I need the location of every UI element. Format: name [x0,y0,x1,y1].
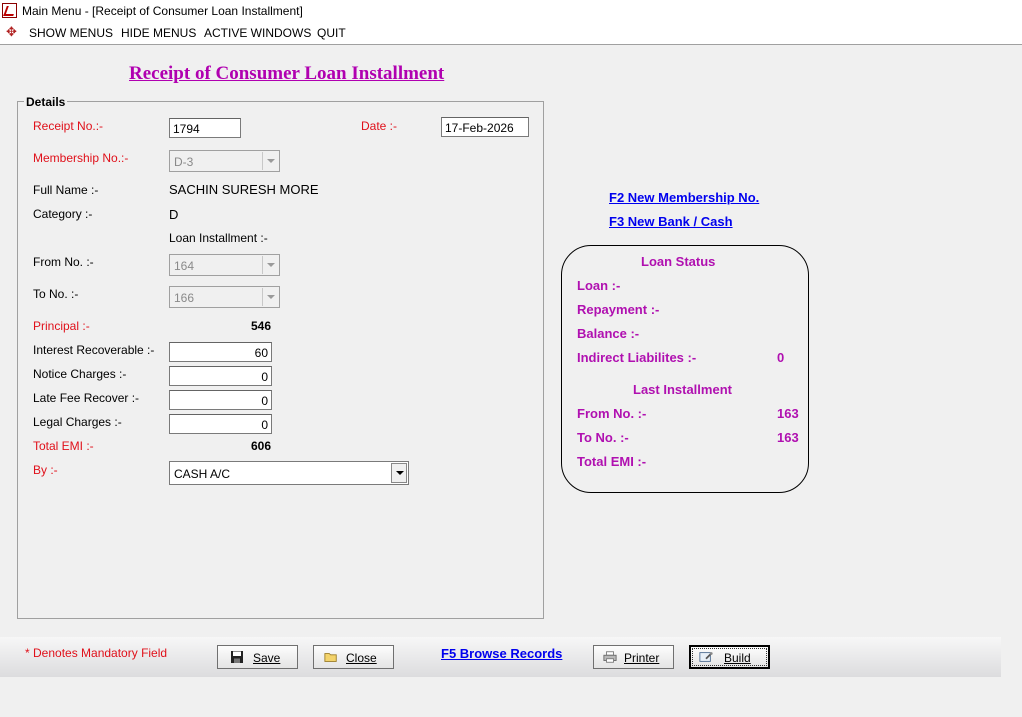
last-to-no-value: 163 [777,430,799,445]
notice-charges-value: 0 [261,370,268,384]
from-no-value: 164 [174,259,195,273]
membership-no-value: D-3 [174,155,194,169]
printer-button[interactable]: Printer [593,645,674,669]
loan-installment-label: Loan Installment :- [169,231,268,245]
build-button-label: Build [724,651,751,665]
menu-bar: ✥ SHOW MENUS HIDE MENUS ACTIVE WINDOWS Q… [0,22,1022,45]
by-label: By :- [33,463,58,477]
last-installment-title: Last Installment [633,382,732,397]
total-emi-label: Total EMI :- [33,439,94,453]
membership-no-combo[interactable]: D-3 [169,150,280,172]
late-fee-recover-input[interactable]: 0 [169,390,272,410]
printer-icon [603,651,617,663]
interest-recoverable-label: Interest Recoverable :- [33,343,155,357]
membership-no-label: Membership No.:- [33,151,129,165]
by-account-value: CASH A/C [174,467,231,481]
date-label: Date :- [361,119,398,133]
receipt-no-input[interactable]: 1794 [169,118,241,138]
app-icon[interactable] [2,3,17,18]
date-input[interactable]: 17-Feb-2026 [441,117,529,137]
legal-charges-input[interactable]: 0 [169,414,272,434]
last-from-no-label: From No. :- [577,406,647,421]
full-name-value: SACHIN SURESH MORE [169,182,319,197]
window-title: Main Menu - [Receipt of Consumer Loan In… [22,4,303,18]
repayment-label: Repayment :- [577,302,660,317]
loan-label: Loan :- [577,278,621,293]
principal-value: 546 [251,319,272,333]
menu-active-windows[interactable]: ACTIVE WINDOWS [204,26,311,40]
floppy-disk-icon [231,651,243,663]
form-title: Receipt of Consumer Loan Installment [129,63,445,84]
new-membership-link[interactable]: F2 New Membership No. [609,190,759,205]
mandatory-note: * Denotes Mandatory Field [25,646,168,660]
legal-charges-label: Legal Charges :- [33,415,122,429]
late-fee-recover-value: 0 [261,394,268,408]
menu-hide-menus[interactable]: HIDE MENUS [121,26,196,40]
build-tools-icon [699,652,713,662]
from-no-combo[interactable]: 164 [169,254,280,276]
close-button-label: Close [346,651,377,665]
printer-button-label: Printer [624,651,660,665]
balance-label: Balance :- [577,326,640,341]
chevron-down-icon[interactable] [391,463,407,483]
chevron-down-icon[interactable] [262,152,278,170]
new-bank-cash-link[interactable]: F3 New Bank / Cash [609,214,733,229]
notice-charges-label: Notice Charges :- [33,367,127,381]
receipt-no-value: 1794 [173,122,200,136]
date-value: 17-Feb-2026 [445,121,514,135]
legal-charges-value: 0 [261,418,268,432]
details-groupbox [17,101,544,619]
late-fee-recover-label: Late Fee Recover :- [33,391,140,405]
last-from-no-value: 163 [777,406,799,421]
category-value: D [169,207,179,222]
menu-quit[interactable]: QUIT [317,26,346,40]
receipt-no-label: Receipt No.:- [33,119,104,133]
indirect-liabilities-value: 0 [777,350,785,365]
title-bar: Main Menu - [Receipt of Consumer Loan In… [0,0,1022,22]
principal-label: Principal :- [33,319,90,333]
chevron-down-icon[interactable] [262,256,278,274]
status-strip [0,677,1022,717]
from-no-label: From No. :- [33,255,94,269]
folder-icon [324,653,337,662]
loan-status-title: Loan Status [641,254,716,269]
to-no-label: To No. :- [33,287,79,301]
interest-recoverable-value: 60 [254,346,268,360]
to-no-value: 166 [174,291,195,305]
indirect-liabilities-label: Indirect Liabilites :- [577,350,697,365]
close-button[interactable]: Close [313,645,394,669]
to-no-combo[interactable]: 166 [169,286,280,308]
interest-recoverable-input[interactable]: 60 [169,342,272,362]
total-emi-value: 606 [251,439,272,453]
by-account-combo[interactable]: CASH A/C [169,461,409,485]
last-to-no-label: To No. :- [577,430,629,445]
browse-records-link[interactable]: F5 Browse Records [441,646,562,661]
notice-charges-input[interactable]: 0 [169,366,272,386]
last-total-emi-label: Total EMI :- [577,454,647,469]
full-name-label: Full Name :- [33,183,99,197]
save-button[interactable]: Save [217,645,298,669]
details-legend: Details [24,95,68,109]
save-button-label: Save [253,651,281,665]
mdi-child-icon[interactable]: ✥ [6,25,20,39]
category-label: Category :- [33,207,93,221]
chevron-down-icon[interactable] [262,288,278,306]
build-button[interactable]: Build [689,645,770,669]
menu-show-menus[interactable]: SHOW MENUS [29,26,113,40]
